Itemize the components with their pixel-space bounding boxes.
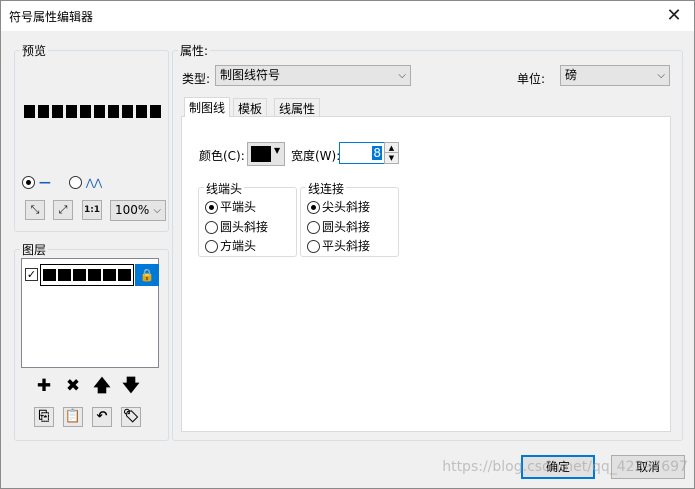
move-up-icon[interactable]: 🡅 — [92, 376, 112, 396]
unit-label: 单位: — [517, 72, 546, 86]
join-option-miter[interactable]: 尖头斜接 — [307, 200, 370, 215]
move-down-icon[interactable]: 🡇 — [121, 376, 141, 396]
width-input[interactable]: 8 — [339, 142, 385, 164]
lock-icon[interactable]: 🔒 — [135, 264, 159, 286]
chevron-down-icon: ▼ — [274, 146, 281, 155]
join-bevel-label: 平头斜接 — [322, 239, 371, 253]
width-label: 宽度(W): — [291, 149, 341, 163]
join-round-radio[interactable] — [307, 221, 320, 234]
cap-square-radio[interactable] — [205, 240, 218, 253]
cap-square-label: 方端头 — [220, 239, 257, 253]
cap-butt-label: 平端头 — [220, 200, 257, 214]
tag-icon[interactable]: 🏷 — [121, 407, 141, 427]
join-miter-radio[interactable] — [307, 201, 320, 214]
delete-layer-icon[interactable]: ✖ — [63, 376, 83, 396]
join-option-bevel[interactable]: 平头斜接 — [307, 239, 370, 254]
chevron-down-icon: ⌵ — [153, 205, 161, 216]
join-miter-label: 尖头斜接 — [322, 200, 371, 214]
watermark-text: https://blog.csdn.net/qq_42297697 — [442, 459, 688, 475]
close-button[interactable]: ✕ — [654, 1, 694, 31]
wave-mode-glyph: ⋀⋀ — [85, 178, 103, 189]
preview-label: 预览 — [20, 42, 49, 59]
zoom-in-icon[interactable]: ⤡ — [25, 200, 45, 220]
color-picker-button[interactable]: ▼ — [247, 142, 285, 166]
paste-icon[interactable]: 📋 — [63, 407, 83, 427]
join-option-round[interactable]: 圆头斜接 — [307, 220, 370, 235]
color-label: 颜色(C): — [199, 149, 245, 163]
layer-list[interactable]: ✓ 🔒 — [21, 258, 159, 368]
type-select[interactable]: 制图线符号 ⌵ — [215, 65, 411, 86]
window-title: 符号属性编辑器 — [9, 10, 94, 24]
cap-option-butt[interactable]: 平端头 — [205, 200, 256, 215]
type-value: 制图线符号 — [220, 68, 281, 82]
tab-cartographic-line[interactable]: 制图线 — [184, 97, 231, 117]
join-bevel-radio[interactable] — [307, 240, 320, 253]
cap-option-square[interactable]: 方端头 — [205, 239, 256, 254]
line-caps-label: 线端头 — [204, 180, 245, 197]
join-round-label: 圆头斜接 — [322, 220, 371, 234]
width-stepper[interactable]: ▲ ▼ — [384, 142, 399, 164]
width-value: 8 — [372, 146, 382, 160]
symbol-property-editor-dialog: 符号属性编辑器 ✕ 预览 — ⋀⋀ ⤡ ⤢ 1:1 100% ⌵ 图层 ✓ 🔒 … — [0, 0, 695, 489]
line-joins-label: 线连接 — [306, 180, 347, 197]
undo-icon[interactable]: ↶ — [92, 407, 112, 427]
wave-mode-radio[interactable] — [69, 176, 82, 189]
layer-visible-checkbox[interactable]: ✓ — [25, 268, 38, 281]
type-label: 类型: — [182, 72, 211, 86]
cap-butt-radio[interactable] — [205, 201, 218, 214]
title-bar: 符号属性编辑器 ✕ — [1, 1, 694, 31]
decrement-icon[interactable]: ▼ — [385, 153, 398, 163]
layer-symbol-preview — [40, 264, 134, 286]
preview-mode-wave-option[interactable]: ⋀⋀ — [69, 175, 102, 189]
layer-row[interactable]: ✓ 🔒 — [24, 264, 159, 286]
zoom-select[interactable]: 100% ⌵ — [110, 200, 166, 221]
preview-line-sample — [24, 105, 161, 118]
chevron-down-icon: ⌵ — [657, 70, 665, 81]
zoom-value: 100% — [115, 203, 150, 217]
color-swatch — [251, 146, 271, 162]
unit-value: 磅 — [565, 68, 578, 82]
cap-option-round[interactable]: 圆头斜接 — [205, 220, 268, 235]
zoom-out-icon[interactable]: ⤢ — [53, 200, 73, 220]
copy-icon[interactable]: ⎘ — [34, 407, 54, 427]
increment-icon[interactable]: ▲ — [385, 143, 398, 153]
actual-size-icon[interactable]: 1:1 — [82, 200, 102, 220]
layers-label: 图层 — [20, 241, 49, 258]
cap-round-radio[interactable] — [205, 221, 218, 234]
properties-label: 属性: — [178, 42, 211, 59]
add-layer-icon[interactable]: ✚ — [34, 376, 54, 396]
line-mode-radio[interactable] — [22, 176, 35, 189]
line-mode-glyph: — — [38, 175, 51, 189]
preview-mode-line-option[interactable]: — — [22, 175, 51, 189]
unit-select[interactable]: 磅 ⌵ — [560, 65, 670, 86]
chevron-down-icon: ⌵ — [398, 70, 406, 81]
cap-round-label: 圆头斜接 — [220, 220, 269, 234]
